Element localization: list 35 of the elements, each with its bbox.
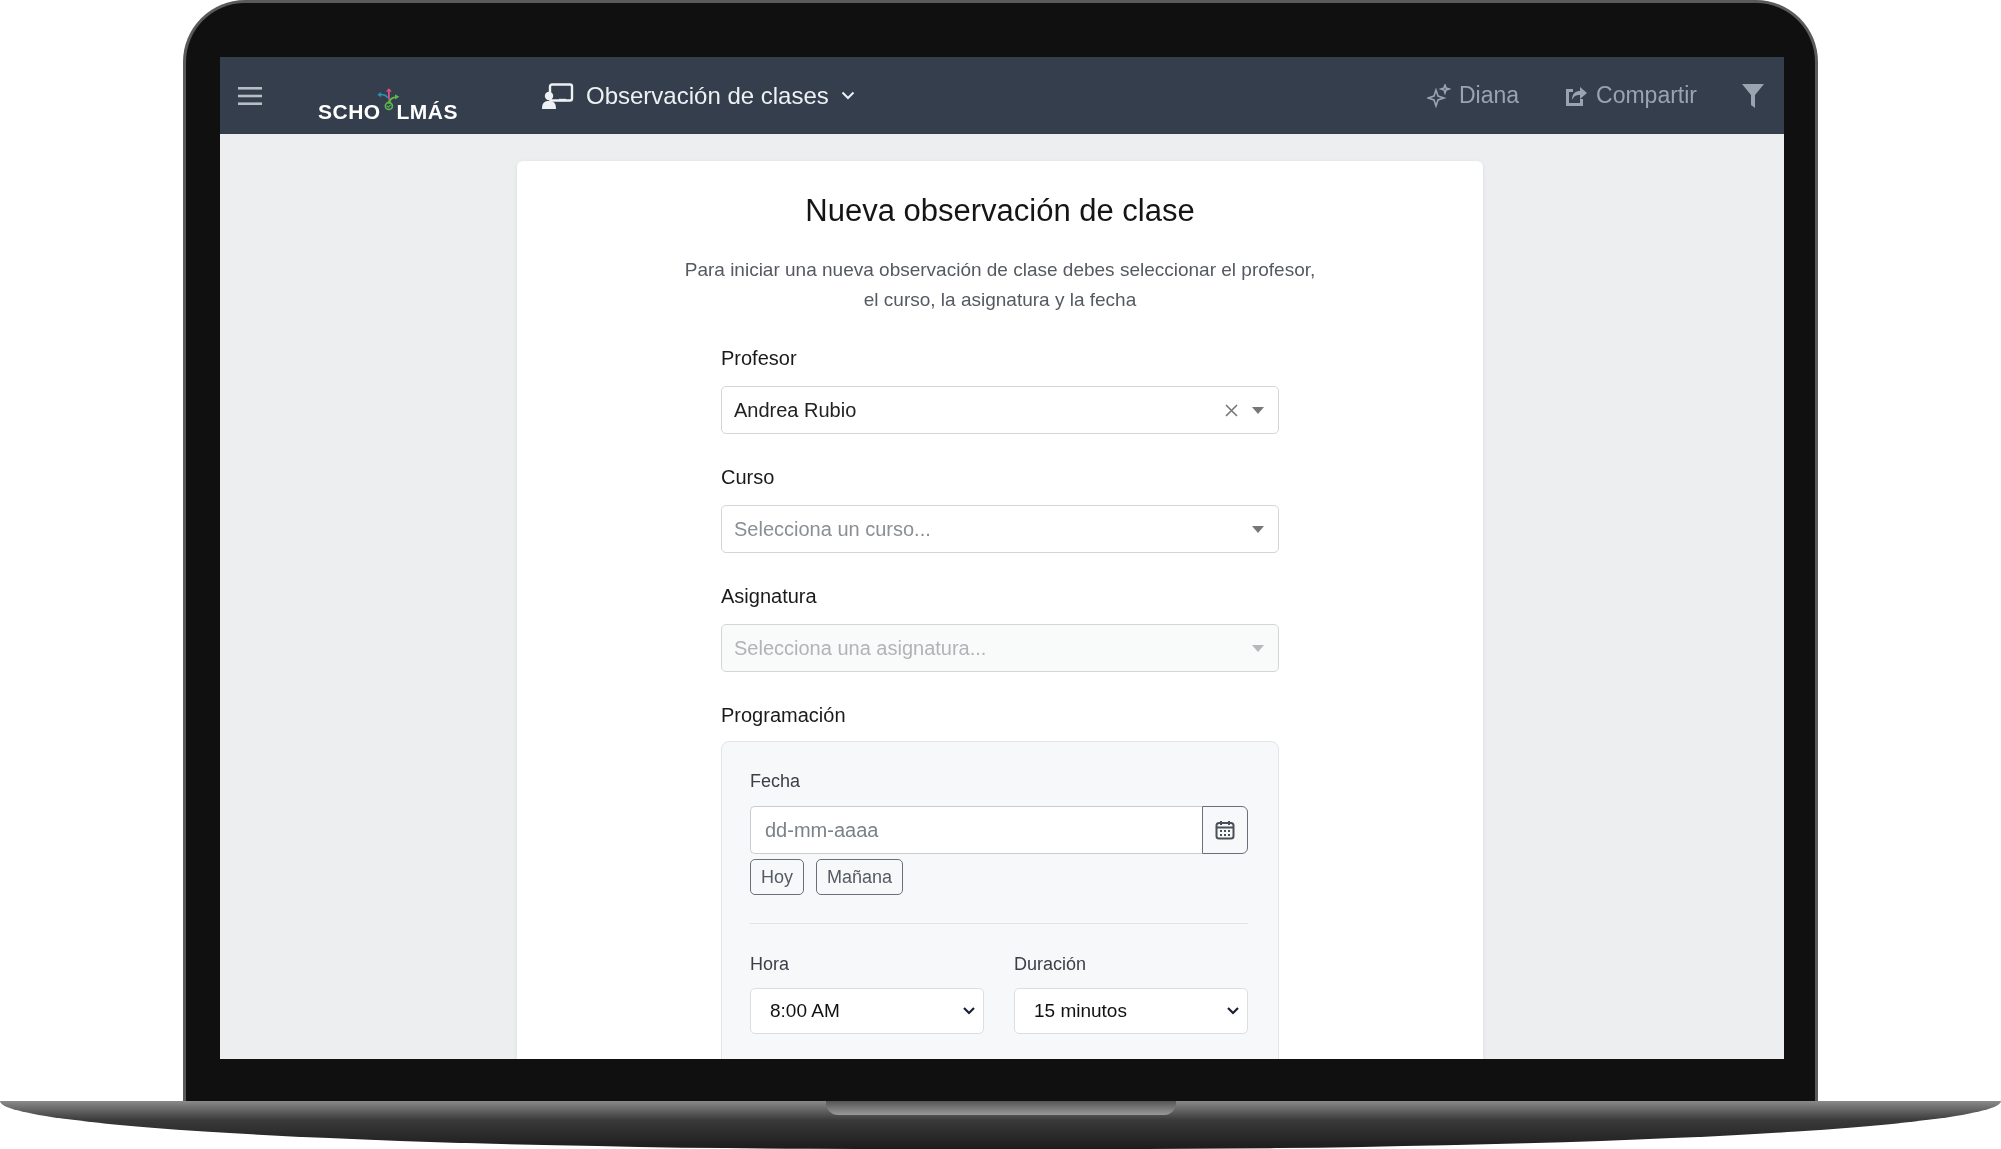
quick-date-button[interactable]: Hoy xyxy=(750,859,804,895)
field-label: Hora xyxy=(750,953,790,975)
sparkle-icon xyxy=(1426,83,1451,108)
presentation-icon xyxy=(542,82,574,109)
field-label: Profesor xyxy=(721,346,798,370)
share-button[interactable]: Compartir xyxy=(1564,82,1697,109)
logo-text: SCHO xyxy=(318,99,381,124)
chevron-icon xyxy=(1227,1007,1239,1015)
form-description: Para iniciar una nueva observación de clase debes seleccionar el profesor, el curso, la asignatura y la fecha xyxy=(683,258,1317,312)
caret-icon xyxy=(1252,406,1264,414)
select-field[interactable]: Andrea Rubio xyxy=(721,386,1279,434)
caret-icon xyxy=(1252,525,1264,533)
calendar-button[interactable] xyxy=(1202,806,1248,854)
date-field[interactable]: dd-mm-aaaa xyxy=(750,806,1202,854)
clear-icon[interactable] xyxy=(1225,403,1238,417)
chevron-icon xyxy=(840,91,855,100)
chevron-icon xyxy=(963,1007,975,1015)
time-select[interactable]: 8:00 AM xyxy=(750,988,984,1034)
filter-button[interactable] xyxy=(1742,83,1764,108)
field-label: Duración xyxy=(1014,953,1088,975)
caret-icon xyxy=(1252,644,1264,652)
field-label: Asignatura xyxy=(721,584,818,608)
logo-text: LMÁS xyxy=(396,99,458,124)
field-label: Fecha xyxy=(750,770,802,792)
share-icon xyxy=(1564,84,1589,107)
calendar-icon xyxy=(1215,820,1235,840)
duration-select[interactable]: 15 minutos xyxy=(1014,988,1248,1034)
filter-icon xyxy=(1742,83,1764,108)
section-label: Programación xyxy=(721,703,847,727)
form-title: Nueva observación de clase xyxy=(804,192,1196,230)
quick-date-button[interactable]: Mañana xyxy=(816,859,904,895)
field-label: Curso xyxy=(721,465,776,489)
assistant-button[interactable]: Diana xyxy=(1426,82,1520,109)
module-menu[interactable]: Observación de clases xyxy=(542,81,855,110)
menu-icon[interactable] xyxy=(238,85,262,106)
